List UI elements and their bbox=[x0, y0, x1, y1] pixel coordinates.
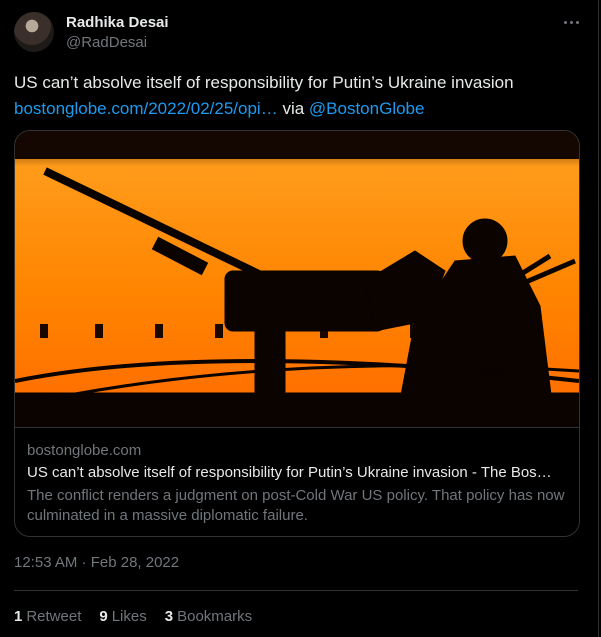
stats-bar: 1 Retweet 9 Likes 3 Bookmarks bbox=[14, 608, 252, 625]
retweet-stat[interactable]: 1 Retweet bbox=[14, 608, 81, 625]
column-border bbox=[598, 0, 599, 637]
mention-link[interactable]: @BostonGlobe bbox=[309, 99, 425, 118]
likes-count: 9 bbox=[99, 608, 108, 625]
bookmarks-count: 3 bbox=[164, 608, 174, 625]
article-link[interactable]: bostonglobe.com/2022/02/25/opi… bbox=[14, 99, 278, 118]
author-name[interactable]: Radhika Desai bbox=[66, 14, 169, 31]
avatar[interactable] bbox=[14, 12, 54, 52]
author-handle[interactable]: @RadDesai bbox=[66, 34, 147, 51]
likes-stat[interactable]: 9 Likes bbox=[99, 608, 146, 625]
link-card[interactable]: bostonglobe.com US can’t absolve itself … bbox=[14, 130, 580, 537]
card-image[interactable] bbox=[15, 131, 579, 427]
retweet-label: Retweet bbox=[26, 608, 82, 625]
more-icon[interactable] bbox=[560, 12, 582, 32]
timestamp[interactable]: 12:53 AM · Feb 28, 2022 bbox=[14, 554, 179, 571]
bookmarks-label: Bookmarks bbox=[177, 608, 253, 625]
tweet-text: US can’t absolve itself of responsibilit… bbox=[14, 70, 584, 122]
card-domain: bostonglobe.com bbox=[27, 442, 142, 459]
via-label: via bbox=[282, 99, 305, 118]
likes-label: Likes bbox=[111, 608, 147, 625]
bookmarks-stat[interactable]: 3 Bookmarks bbox=[165, 608, 252, 625]
tweet-body: US can’t absolve itself of responsibilit… bbox=[14, 73, 514, 92]
card-title[interactable]: US can’t absolve itself of responsibilit… bbox=[27, 464, 567, 481]
card-meta[interactable]: bostonglobe.com US can’t absolve itself … bbox=[15, 427, 579, 536]
card-description: The conflict renders a judgment on post-… bbox=[27, 487, 565, 524]
divider bbox=[14, 590, 578, 591]
retweet-count: 1 bbox=[14, 608, 23, 625]
